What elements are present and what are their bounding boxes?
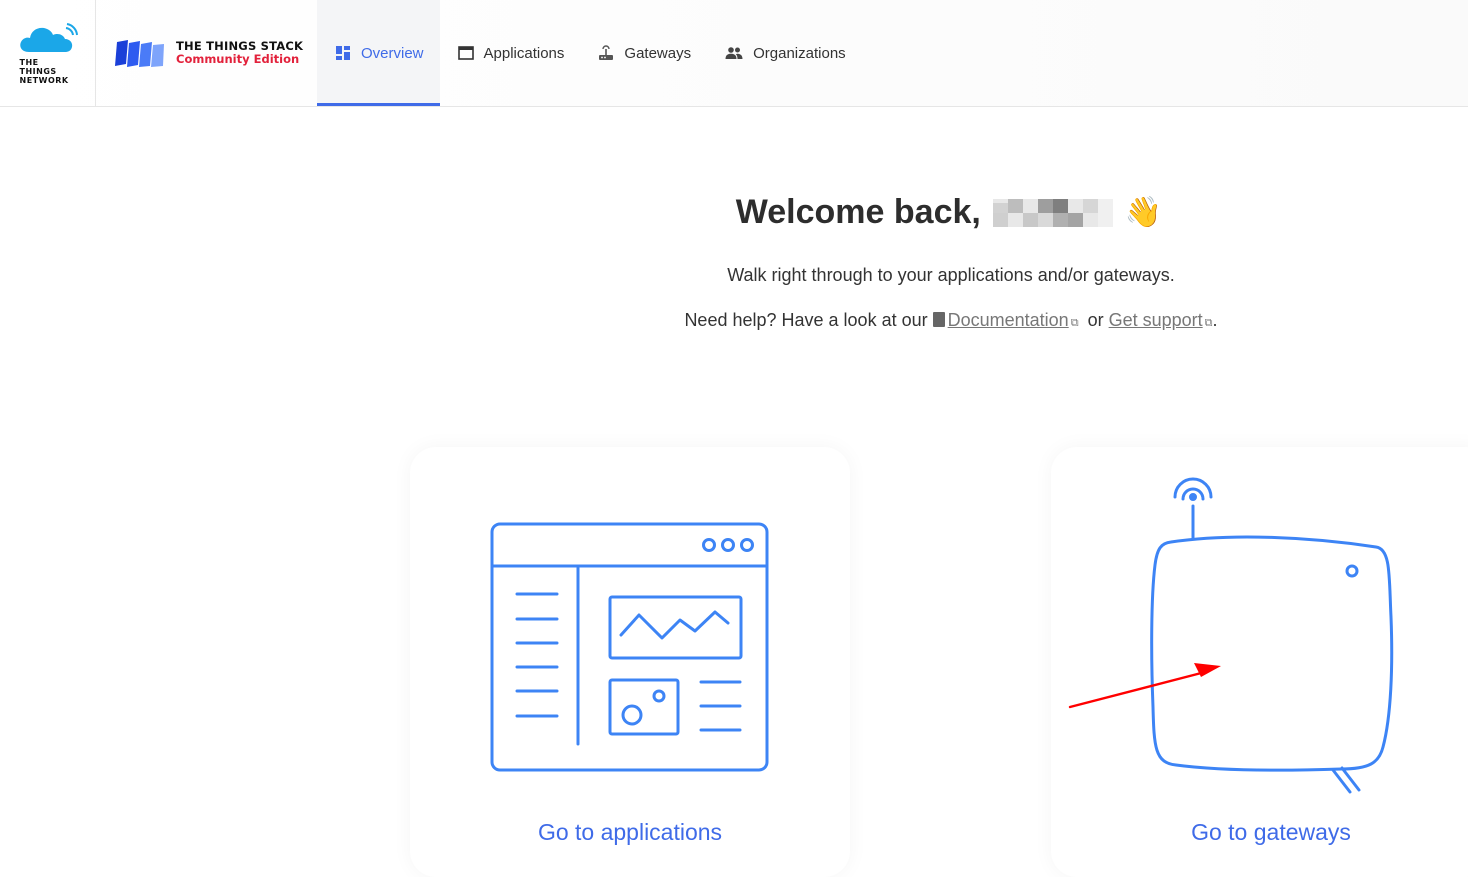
gateway-device-illustration (1068, 477, 1394, 794)
redacted-username (992, 198, 1113, 227)
application-window-illustration (490, 522, 769, 772)
welcome-subtitle: Walk right through to your applications … (727, 265, 1175, 285)
help-prefix: Need help? Have a look at our (684, 310, 928, 330)
people-icon (725, 47, 743, 59)
waving-hand-icon: 👋 (1124, 196, 1163, 229)
external-link-icon: ⧉ (1204, 317, 1213, 329)
cloud-logo-icon (19, 22, 78, 52)
nav-tab-gateways-label: Gateways (624, 44, 692, 62)
nav-tab-overview[interactable]: Overview (317, 0, 440, 106)
window-icon (457, 46, 474, 60)
go-to-gateways-link[interactable]: Go to gateways (1051, 819, 1468, 846)
main-nav: Overview Applications Gateways Organizat… (317, 0, 862, 106)
help-middle: or (1087, 310, 1104, 330)
ttn-logo-line2: NETWORK (19, 75, 69, 85)
nav-tab-applications-label: Applications (483, 44, 565, 62)
documentation-link[interactable]: Documentation (948, 310, 1069, 330)
gateways-card[interactable]: Go to gateways (1051, 447, 1468, 877)
help-suffix: . (1212, 310, 1218, 330)
nav-tab-organizations-label: Organizations (753, 44, 846, 62)
dashboard-icon (336, 46, 350, 60)
tts-logo-edition: Community Edition (176, 52, 300, 66)
welcome-section: Welcome back, 👋 (0, 193, 1468, 232)
tts-stack-logo-icon (115, 40, 164, 67)
applications-card[interactable]: Go to applications (410, 447, 850, 877)
nav-tab-organizations[interactable]: Organizations (707, 0, 862, 106)
annotation-arrow-icon (1068, 663, 1221, 709)
ttn-logo-line1: THE THINGS (19, 57, 57, 76)
tts-logo[interactable]: THE THINGS STACK Community Edition (96, 0, 317, 106)
nav-tab-gateways[interactable]: Gateways (580, 0, 707, 106)
go-to-applications-link[interactable]: Go to applications (410, 819, 850, 846)
page-title: Welcome back, 👋 (736, 193, 1162, 232)
welcome-prefix: Welcome back, (735, 193, 981, 231)
help-line: Need help? Have a look at our Documentat… (0, 310, 1468, 331)
nav-tab-applications[interactable]: Applications (440, 0, 581, 106)
router-icon (599, 45, 614, 60)
book-icon (932, 312, 945, 327)
ttn-logo[interactable]: THE THINGS NETWORK (0, 0, 96, 106)
top-header: THE THINGS NETWORK THE THINGS STACK Comm… (0, 0, 1468, 107)
nav-tab-overview-label: Overview (361, 44, 424, 62)
external-link-icon: ⧉ (1070, 317, 1079, 329)
get-support-link[interactable]: Get support (1109, 310, 1203, 330)
